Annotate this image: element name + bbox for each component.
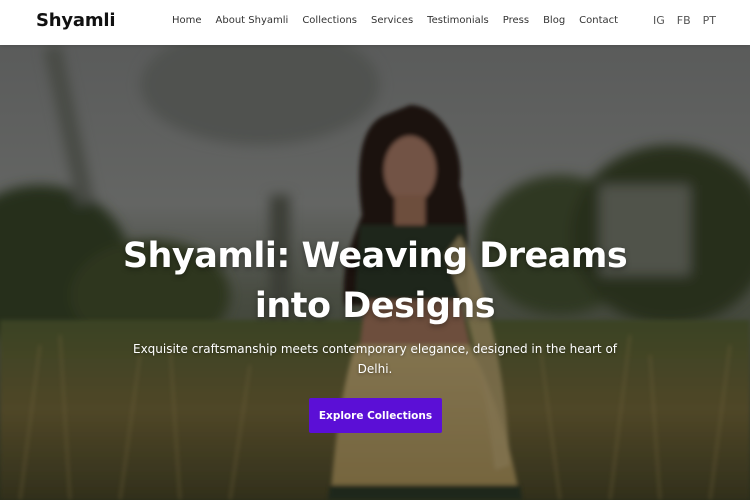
nav-item-collections[interactable]: Collections bbox=[302, 15, 357, 26]
explore-collections-button[interactable]: Explore Collections bbox=[309, 398, 442, 433]
nav-links: Home About Shyamli Collections Services … bbox=[172, 15, 632, 26]
nav-item-home[interactable]: Home bbox=[172, 15, 202, 26]
nav-item-press[interactable]: Press bbox=[503, 15, 529, 26]
nav-item-services[interactable]: Services bbox=[371, 15, 413, 26]
nav-item-about[interactable]: About Shyamli bbox=[216, 15, 289, 26]
navbar: Shyamli Home About Shyamli Collections S… bbox=[0, 0, 750, 45]
nav-item-testimonials[interactable]: Testimonials bbox=[427, 15, 489, 26]
hero-content: Shyamli: Weaving Dreams into Designs Exq… bbox=[0, 45, 750, 500]
hero-title: Shyamli: Weaving Dreams into Designs bbox=[122, 236, 628, 326]
hero-subtitle: Exquisite craftsmanship meets contempora… bbox=[132, 342, 618, 376]
nav-item-contact[interactable]: Contact bbox=[579, 15, 618, 26]
nav-item-blog[interactable]: Blog bbox=[543, 15, 565, 26]
facebook-link[interactable]: FB bbox=[677, 14, 691, 27]
pinterest-link[interactable]: PT bbox=[703, 14, 716, 27]
instagram-link[interactable]: IG bbox=[653, 14, 665, 27]
hero-section: Shyamli: Weaving Dreams into Designs Exq… bbox=[0, 45, 750, 500]
brand-logo[interactable]: Shyamli bbox=[36, 10, 116, 31]
social-links: IG FB PT bbox=[653, 14, 716, 27]
